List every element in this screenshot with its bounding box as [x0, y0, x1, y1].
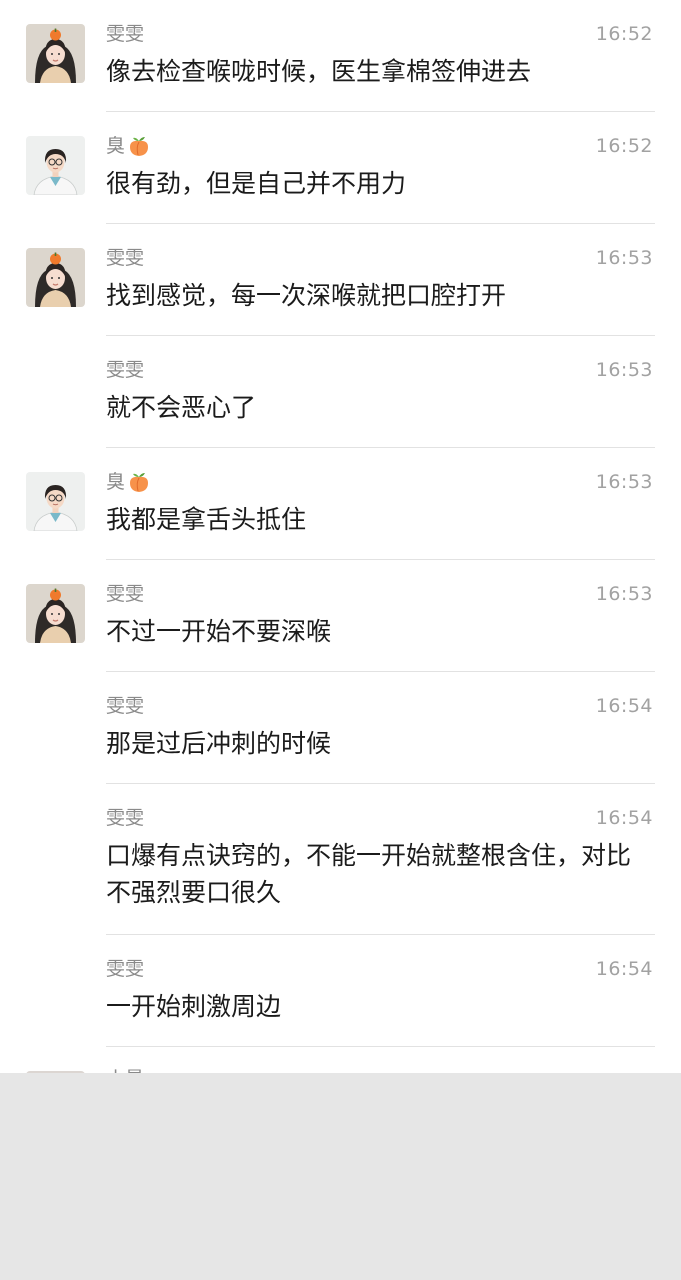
message-time: 16:53: [595, 471, 653, 493]
chat-message[interactable]: 臭 16:52 很有劲，但是自己并不用力: [0, 112, 681, 224]
girl-avatar-icon: [26, 248, 85, 307]
sender-name: 雯雯: [106, 806, 144, 830]
message-time: 16:53: [595, 247, 653, 269]
peach-emoji: [127, 470, 151, 494]
sender-name-text: 臭: [106, 471, 126, 493]
message-text[interactable]: 像去检查喉咙时候，医生拿棉签伸进去: [106, 53, 654, 90]
sender-name: 雯雯: [106, 582, 144, 606]
sender-name-text: 雯雯: [106, 247, 145, 269]
girl-avatar-icon: [26, 24, 85, 83]
message-text[interactable]: 我都是拿舌头抵住: [106, 501, 654, 538]
message-text[interactable]: 一开始刺激周边: [106, 988, 654, 1025]
message-time: 16:52: [595, 23, 653, 45]
avatar[interactable]: [26, 584, 85, 643]
chat-message[interactable]: 雯雯 16:53 不过一开始不要深喉: [0, 560, 681, 672]
sender-name: 雯雯: [106, 694, 144, 718]
avatar[interactable]: [26, 24, 85, 83]
avatar[interactable]: [26, 248, 85, 307]
sender-name: 雯雯: [106, 358, 144, 382]
message-time: 16:54: [595, 958, 653, 980]
sender-name-text: 雯雯: [106, 583, 145, 605]
sender-name: 雯雯: [106, 246, 144, 270]
sender-name: 雯雯: [106, 957, 144, 981]
chat-message[interactable]: 雯雯 16:53 找到感觉，每一次深喉就把口腔打开: [0, 224, 681, 336]
avatar[interactable]: [26, 136, 85, 195]
chat-message[interactable]: 雯雯 16:54 那是过后冲刺的时候: [0, 672, 681, 784]
message-text[interactable]: 找到感觉，每一次深喉就把口腔打开: [106, 277, 654, 314]
girl-avatar-icon: [26, 584, 85, 643]
sender-name-text: 雯雯: [106, 23, 145, 45]
sender-name: 小曼: [106, 1067, 144, 1073]
sender-name-text: 雯雯: [106, 359, 145, 381]
message-time: 16:52: [595, 135, 653, 157]
message-time: 16:53: [595, 583, 653, 605]
chat-message[interactable]: 臭 16:53 我都是拿舌头抵住: [0, 448, 681, 560]
message-text[interactable]: 不过一开始不要深喉: [106, 613, 654, 650]
doctor-avatar-icon: [26, 136, 85, 195]
message-text[interactable]: 很有劲，但是自己并不用力: [106, 165, 654, 202]
divider: [106, 1046, 655, 1047]
chat-message[interactable]: 雯雯 16:54 一开始刺激周边: [0, 935, 681, 1047]
message-text[interactable]: 就不会恶心了: [106, 389, 654, 426]
sender-name-text: 雯雯: [106, 807, 145, 829]
chat-message[interactable]: 雯雯 16:53 就不会恶心了: [0, 336, 681, 448]
doctor-avatar-icon: [26, 472, 85, 531]
message-time: 16:53: [595, 359, 653, 381]
message-list: 雯雯 16:52 像去检查喉咙时候，医生拿棉签伸进去 臭 16:52 很有劲，但是自己…: [0, 0, 681, 1047]
peach-icon: [130, 137, 149, 156]
avatar[interactable]: [26, 1071, 85, 1073]
sender-name-text: 臭: [106, 135, 126, 157]
avatar[interactable]: [26, 472, 85, 531]
chat-message[interactable]: 雯雯 16:52 像去检查喉咙时候，医生拿棉签伸进去: [0, 0, 681, 112]
message-text[interactable]: 那是过后冲刺的时候: [106, 725, 654, 762]
sender-name-text: 雯雯: [106, 958, 145, 980]
sender-name: 雯雯: [106, 22, 144, 46]
message-time: 16:54: [595, 695, 653, 717]
sender-name: 臭: [106, 134, 151, 158]
chat-message[interactable]: 雯雯 16:54 口爆有点诀窍的，不能一开始就整根含住，对比不强烈要口很久: [0, 784, 681, 935]
peach-emoji: [127, 134, 151, 158]
sender-name: 臭: [106, 470, 151, 494]
woman-avatar: [26, 1071, 85, 1073]
message-time: 16:54: [595, 807, 653, 829]
sender-name-text: 雯雯: [106, 695, 145, 717]
chat-history-list[interactable]: 雯雯 16:52 像去检查喉咙时候，医生拿棉签伸进去 臭 16:52 很有劲，但是自己…: [0, 0, 681, 1073]
message-text[interactable]: 口爆有点诀窍的，不能一开始就整根含住，对比不强烈要口很久: [106, 837, 654, 911]
peach-icon: [130, 473, 149, 492]
